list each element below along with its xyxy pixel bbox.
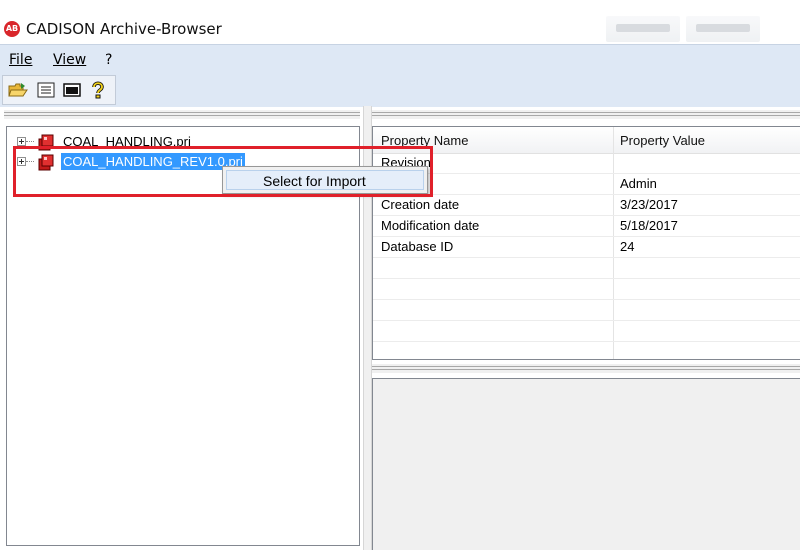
property-value: Admin	[620, 176, 657, 191]
property-row[interactable]: Revision	[373, 153, 800, 174]
preview-panel	[372, 378, 800, 550]
property-name: Database ID	[381, 239, 454, 254]
property-value: 5/18/2017	[620, 218, 678, 233]
project-database-icon	[38, 154, 54, 171]
property-row[interactable]: Database ID 24	[373, 237, 800, 258]
property-row[interactable]: Modification date 5/18/2017	[373, 216, 800, 237]
tree-item-label: COAL_HANDLING_REV1.0.pri	[61, 153, 245, 170]
property-grid-header: Property Name Property Value	[373, 127, 800, 154]
title-bar: AB CADISON Archive-Browser	[0, 0, 800, 44]
property-grid: Property Name Property Value Revision Ad…	[372, 126, 800, 360]
empty-row	[373, 279, 800, 300]
empty-row	[373, 258, 800, 279]
property-name: Creation date	[381, 197, 460, 212]
property-row[interactable]: Admin	[373, 174, 800, 195]
empty-row	[373, 300, 800, 321]
property-name: Modification date	[381, 218, 480, 233]
taskbar-item[interactable]	[686, 16, 760, 42]
context-menu-item-label: Select for Import	[263, 173, 366, 189]
right-pane-header-splitter[interactable]	[372, 110, 800, 119]
menu-help-label: ?	[105, 52, 113, 68]
property-value: 3/23/2017	[620, 197, 678, 212]
open-folder-icon	[8, 83, 28, 97]
property-row[interactable]: Creation date 3/23/2017	[373, 195, 800, 216]
context-menu: Select for Import	[222, 166, 428, 194]
tree-item-label: COAL_HANDLING.pri	[63, 134, 191, 149]
menu-view-label: View	[53, 52, 87, 68]
window-title: CADISON Archive-Browser	[26, 20, 222, 38]
window-button[interactable]	[61, 79, 83, 101]
list-view-button[interactable]	[35, 79, 57, 101]
empty-row	[373, 321, 800, 342]
menu-help[interactable]: ?	[105, 52, 112, 68]
help-icon	[92, 81, 104, 99]
background-taskbar-items	[600, 0, 800, 44]
menu-file-label: File	[9, 52, 33, 68]
app-logo-icon[interactable]: AB	[4, 21, 20, 37]
open-folder-button[interactable]	[7, 79, 29, 101]
menu-view[interactable]: View	[53, 52, 86, 68]
column-header-property-name[interactable]: Property Name	[381, 133, 468, 148]
property-value: 24	[620, 239, 635, 254]
project-database-icon	[38, 134, 54, 151]
taskbar-item[interactable]	[606, 16, 680, 42]
window-icon	[63, 83, 81, 97]
column-header-property-value[interactable]: Property Value	[620, 133, 705, 148]
list-view-icon	[37, 82, 55, 98]
toolbar	[2, 75, 116, 105]
expand-icon[interactable]	[17, 137, 26, 146]
expand-icon[interactable]	[17, 157, 26, 166]
menu-toolbar-area: File View ?	[0, 44, 800, 107]
help-button[interactable]	[87, 79, 109, 101]
horizontal-splitter[interactable]	[372, 364, 800, 373]
menu-file[interactable]: File	[9, 52, 32, 68]
select-for-import-menu-item[interactable]: Select for Import	[226, 170, 424, 190]
left-pane-header-splitter[interactable]	[4, 110, 360, 119]
